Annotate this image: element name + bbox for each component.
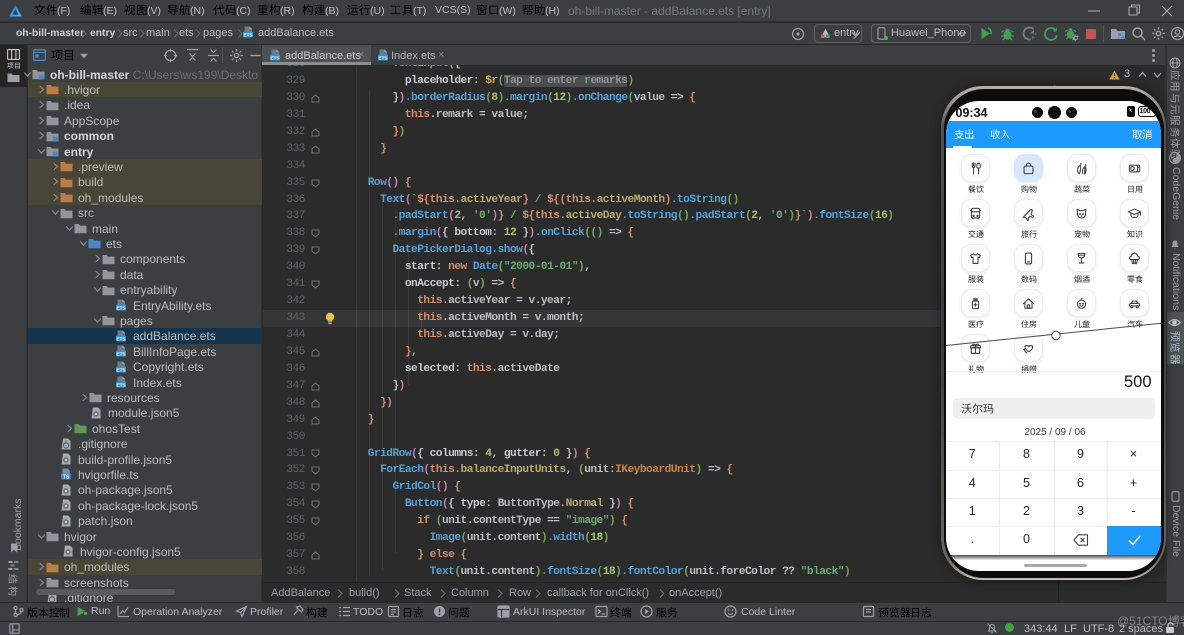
svg-text:ETS: ETS bbox=[117, 305, 126, 310]
svg-text:TS: TS bbox=[63, 475, 70, 481]
svg-text:ETS: ETS bbox=[117, 351, 126, 356]
svg-text:ETS: ETS bbox=[117, 367, 126, 372]
svg-text:ETS: ETS bbox=[244, 32, 253, 37]
svg-text:ETS: ETS bbox=[379, 55, 388, 60]
svg-text:ETS: ETS bbox=[117, 382, 126, 387]
svg-text:ETS: ETS bbox=[117, 336, 126, 341]
svg-text:ETS: ETS bbox=[271, 55, 280, 60]
